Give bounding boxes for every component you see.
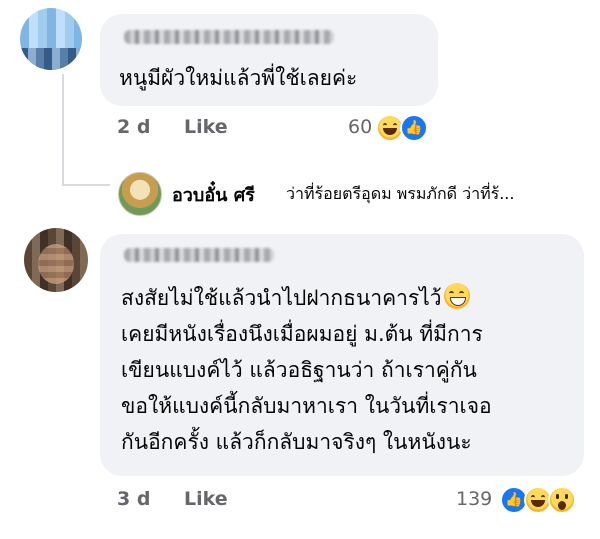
reaction-count[interactable]: 139 bbox=[456, 488, 492, 510]
like-button[interactable]: Like bbox=[184, 116, 228, 138]
thread-line-branch bbox=[62, 184, 110, 186]
reaction-count[interactable]: 60 bbox=[348, 116, 372, 138]
wow-emoji-icon[interactable] bbox=[548, 486, 576, 514]
comment-timestamp[interactable]: 3 d bbox=[117, 488, 150, 510]
comment-text: สงสัยไม่ใช้แล้วนำไปฝากธนาคารไว้ เคยมีหนั… bbox=[121, 280, 492, 460]
thread-line-vertical bbox=[62, 74, 64, 184]
reply-author-name[interactable]: อวบอั๋น ศรี bbox=[172, 180, 255, 209]
comment-line: กันอีกครั้ง แล้วก็กลับมาจริงๆ ในหนังนะ bbox=[121, 430, 472, 454]
commenter-name-blurred[interactable] bbox=[124, 248, 274, 262]
comment-line: ขอให้แบงค์นี้กลับมาหาเรา ในวันที่เราเจอ bbox=[121, 394, 492, 418]
comment-line: สงสัยไม่ใช้แล้วนำไปฝากธนาคารไว้ bbox=[121, 286, 442, 310]
comment-line: เคยมีหนังเรื่องนึงเมื่อผมอยู่ ม.ต้น ที่ม… bbox=[121, 322, 483, 346]
reply-preview-text[interactable]: ว่าที่ร้อยตรีอุดม พรมภักดี ว่าที่ร้... bbox=[286, 182, 514, 207]
reply-author-avatar[interactable] bbox=[118, 172, 162, 216]
grin-emoji-icon bbox=[443, 283, 470, 309]
like-icon[interactable]: 👍 bbox=[400, 114, 428, 142]
like-button[interactable]: Like bbox=[184, 488, 228, 510]
comment-text: หนูมีผัวใหม่แล้วพี่ใช้เลยค่ะ bbox=[119, 66, 358, 90]
commenter-avatar[interactable] bbox=[20, 8, 82, 70]
commenter-avatar[interactable] bbox=[24, 228, 88, 292]
commenter-name-blurred[interactable] bbox=[124, 30, 334, 44]
comment-line: เขียนแบงค์ไว้ แล้วอธิฐานว่า ถ้าเราคู่กัน bbox=[121, 358, 477, 382]
comment-timestamp[interactable]: 2 d bbox=[117, 116, 150, 138]
